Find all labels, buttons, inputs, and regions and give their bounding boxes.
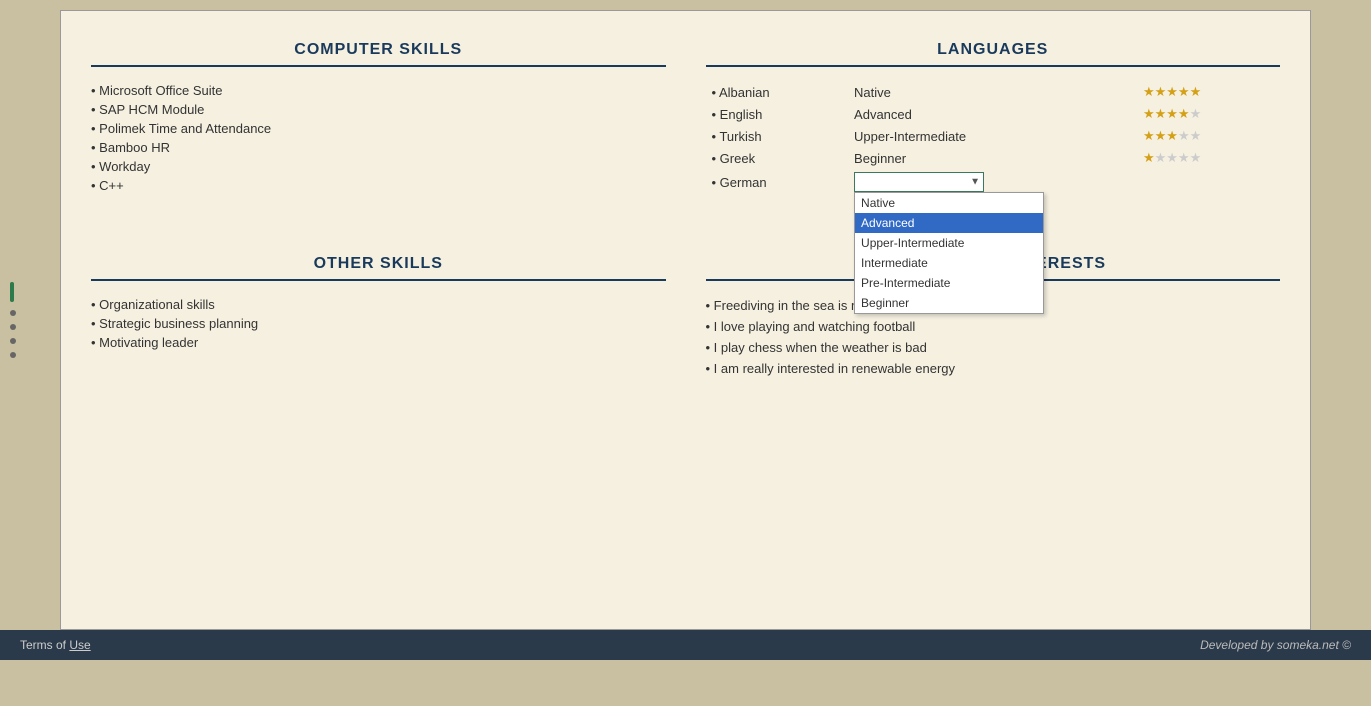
list-item: Organizational skills — [91, 295, 666, 314]
languages-section: LANGUAGES Albanian Native ★★★★★ English … — [706, 31, 1281, 215]
table-row: Turkish Upper-Intermediate ★★★★★ — [706, 125, 1281, 147]
language-name: Albanian — [706, 81, 849, 103]
language-dropdown-cell: ▼ Native Advanced Upper-Intermediate Int… — [848, 169, 1137, 195]
list-item: I am really interested in renewable ener… — [706, 358, 1281, 379]
other-skills-title: OTHER SKILLS — [91, 255, 666, 281]
language-stars: ★★★★★ — [1137, 103, 1280, 125]
footer-developed: Developed by someka.net © — [1200, 638, 1351, 652]
languages-title: LANGUAGES — [706, 41, 1281, 67]
sidebar-dots — [10, 282, 16, 358]
computer-skills-title: COMPUTER SKILLS — [91, 41, 666, 67]
language-level: Native — [848, 81, 1137, 103]
list-item: Motivating leader — [91, 333, 666, 352]
content-grid: COMPUTER SKILLS Microsoft Office Suite S… — [91, 31, 1280, 399]
sidebar-dot — [10, 310, 16, 316]
page-wrapper: COMPUTER SKILLS Microsoft Office Suite S… — [0, 0, 1371, 630]
footer: Terms of Use Developed by someka.net © — [0, 630, 1371, 660]
table-row: English Advanced ★★★★★ — [706, 103, 1281, 125]
table-row: German ▼ Native Advanced — [706, 169, 1281, 195]
terms-label: Terms of — [20, 638, 69, 652]
other-skills-list: Organizational skills Strategic business… — [91, 295, 666, 352]
computer-skills-section: COMPUTER SKILLS Microsoft Office Suite S… — [91, 31, 666, 215]
terms-link[interactable]: Use — [69, 638, 90, 652]
sidebar-dot — [10, 338, 16, 344]
language-level: Beginner — [848, 147, 1137, 169]
language-stars: ★★★★★ — [1137, 81, 1280, 103]
language-name: Turkish — [706, 125, 849, 147]
language-stars: ★★★★★ — [1137, 147, 1280, 169]
dropdown-option-native[interactable]: Native — [855, 193, 1043, 213]
language-name: Greek — [706, 147, 849, 169]
table-row: Greek Beginner ★★★★★ — [706, 147, 1281, 169]
language-stars-empty — [1137, 169, 1280, 195]
sidebar-dot — [10, 352, 16, 358]
main-card: COMPUTER SKILLS Microsoft Office Suite S… — [60, 10, 1311, 630]
other-skills-section: OTHER SKILLS Organizational skills Strat… — [91, 245, 666, 399]
dropdown-option-advanced[interactable]: Advanced — [855, 213, 1043, 233]
languages-table: Albanian Native ★★★★★ English Advanced ★… — [706, 81, 1281, 195]
footer-terms: Terms of Use — [20, 638, 91, 652]
list-item: Polimek Time and Attendance — [91, 119, 666, 138]
dropdown-option-intermediate[interactable]: Intermediate — [855, 253, 1043, 273]
language-level: Advanced — [848, 103, 1137, 125]
computer-skills-list: Microsoft Office Suite SAP HCM Module Po… — [91, 81, 666, 195]
language-name: German — [706, 169, 849, 195]
list-item: Bamboo HR — [91, 138, 666, 157]
sidebar-indicator — [10, 282, 14, 302]
table-row: Albanian Native ★★★★★ — [706, 81, 1281, 103]
language-name: English — [706, 103, 849, 125]
dropdown-option-beginner[interactable]: Beginner — [855, 293, 1043, 313]
list-item: I play chess when the weather is bad — [706, 337, 1281, 358]
language-stars: ★★★★★ — [1137, 125, 1280, 147]
list-item: Workday — [91, 157, 666, 176]
language-level: Upper-Intermediate — [848, 125, 1137, 147]
list-item: Strategic business planning — [91, 314, 666, 333]
list-item: SAP HCM Module — [91, 100, 666, 119]
level-dropdown[interactable] — [854, 172, 984, 192]
list-item: Microsoft Office Suite — [91, 81, 666, 100]
level-dropdown-container: ▼ Native Advanced Upper-Intermediate Int… — [854, 172, 984, 192]
dropdown-list: Native Advanced Upper-Intermediate Inter… — [854, 192, 1044, 314]
list-item: C++ — [91, 176, 666, 195]
dropdown-option-pre-intermediate[interactable]: Pre-Intermediate — [855, 273, 1043, 293]
dropdown-option-upper-intermediate[interactable]: Upper-Intermediate — [855, 233, 1043, 253]
sidebar-dot — [10, 324, 16, 330]
list-item: I love playing and watching football — [706, 316, 1281, 337]
